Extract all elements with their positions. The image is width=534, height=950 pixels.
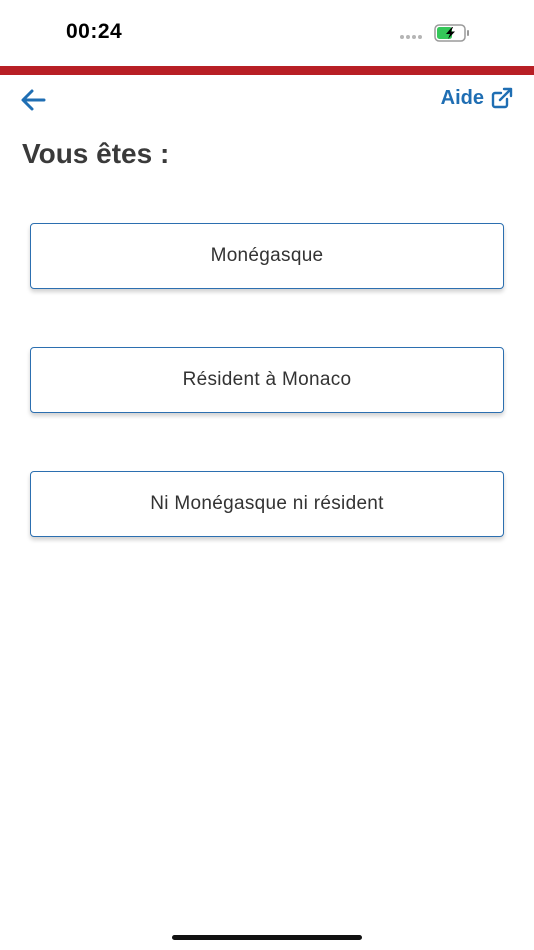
status-time: 00:24 [66, 20, 123, 43]
options-list: Monégasque Résident à Monaco Ni Monégasq… [30, 223, 504, 595]
option-non-resident-button[interactable]: Ni Monégasque ni résident [30, 471, 504, 537]
option-monegasque-button[interactable]: Monégasque [30, 223, 504, 289]
option-resident-button[interactable]: Résident à Monaco [30, 347, 504, 413]
brand-bar [0, 66, 534, 75]
arrow-left-icon [21, 89, 46, 111]
signal-icon [400, 35, 422, 39]
option-label: Monégasque [210, 245, 324, 266]
battery-charging-icon [434, 24, 469, 42]
status-bar: 00:24 [0, 0, 534, 66]
option-label: Ni Monégasque ni résident [150, 493, 384, 514]
home-indicator[interactable] [172, 935, 362, 940]
page-title: Vous êtes : [22, 138, 170, 169]
option-label: Résident à Monaco [182, 369, 352, 390]
back-button[interactable] [18, 86, 50, 114]
help-link[interactable]: Aide [441, 86, 514, 110]
nav-bar: Aide [0, 80, 534, 120]
screen: 00:24 Aide Vous êtes : Monégasque Réside… [0, 0, 534, 950]
external-link-icon [491, 87, 513, 109]
help-label: Aide [440, 86, 484, 109]
